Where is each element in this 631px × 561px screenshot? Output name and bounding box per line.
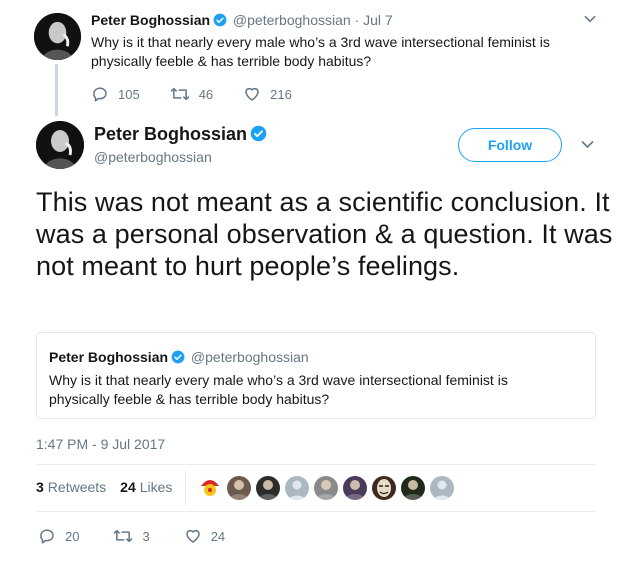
quoted-header: Peter Boghossian @peterboghossian	[49, 349, 309, 365]
likes-count: 24	[120, 479, 136, 495]
person-avatar[interactable]	[401, 476, 425, 500]
retweet-count: 3	[142, 528, 150, 544]
person-avatar[interactable]	[256, 476, 280, 500]
parent-reply-count: 105	[118, 86, 140, 102]
main-actions: 20 3 24	[38, 527, 259, 545]
parent-like-count: 216	[270, 86, 292, 102]
follow-button[interactable]: Follow	[458, 128, 562, 162]
retweet-button[interactable]: 3	[113, 527, 150, 545]
reply-count: 20	[65, 528, 80, 544]
reply-icon	[93, 87, 107, 102]
heart-icon	[185, 529, 200, 543]
divider	[36, 511, 596, 512]
quoted-author-name: Peter Boghossian	[49, 349, 169, 365]
parent-avatar[interactable]	[34, 13, 81, 60]
heart-icon	[245, 87, 259, 101]
verified-badge-icon	[250, 125, 267, 142]
person-avatar[interactable]	[314, 476, 338, 500]
like-button[interactable]: 24	[184, 527, 225, 545]
parent-header: Peter Boghossian @peterboghossian · Jul …	[91, 12, 393, 28]
tweet-timestamp[interactable]: 1:47 PM - 9 Jul 2017	[36, 436, 165, 452]
verified-badge-icon	[171, 350, 185, 364]
person-avatar[interactable]	[227, 476, 251, 500]
chevron-down-icon[interactable]	[580, 137, 595, 152]
main-author-handle[interactable]: @peterboghossian	[94, 149, 212, 165]
quoted-author-handle: @peterboghossian	[190, 349, 309, 365]
parent-separator: ·	[354, 12, 360, 28]
quoted-tweet-card[interactable]: Peter Boghossian @peterboghossian Why is…	[36, 332, 596, 419]
like-count: 24	[210, 528, 226, 544]
retweet-icon	[114, 529, 133, 543]
retweets-label: Retweets	[47, 479, 107, 495]
main-avatar[interactable]	[36, 121, 84, 169]
person-avatar[interactable]	[343, 476, 367, 500]
parent-like-button[interactable]: 216	[243, 85, 292, 103]
parent-author-handle[interactable]: @peterboghossian	[233, 12, 351, 28]
thread-line	[55, 64, 58, 116]
masked-avatar[interactable]	[372, 476, 396, 500]
retweets-count: 3	[36, 479, 44, 495]
parent-date[interactable]: Jul 7	[363, 12, 393, 28]
stats-divider	[185, 470, 186, 506]
likes-label: Likes	[139, 479, 173, 495]
retweet-icon	[170, 87, 189, 101]
chevron-down-icon[interactable]	[583, 12, 597, 26]
parent-retweet-button[interactable]: 46	[170, 85, 213, 103]
parent-actions: 105 46 216	[91, 85, 322, 103]
default-egg-avatar[interactable]	[285, 476, 309, 500]
reply-icon	[40, 529, 54, 544]
liker-avatars	[198, 476, 459, 500]
verified-badge-icon	[213, 13, 227, 27]
main-author-name-row: Peter Boghossian	[94, 124, 269, 145]
parent-reply-button[interactable]: 105	[91, 85, 140, 103]
tweet-stats: 3 Retweets 24 Likes	[36, 479, 172, 495]
parent-tweet-text: Why is it that nearly every male who’s a…	[91, 34, 550, 69]
retweets-stat[interactable]: 3 Retweets	[36, 479, 106, 495]
parent-retweet-count: 46	[198, 86, 214, 102]
likes-stat[interactable]: 24 Likes	[120, 479, 172, 495]
default-egg-avatar[interactable]	[430, 476, 454, 500]
main-tweet-text: This was not meant as a scientific concl…	[36, 187, 613, 281]
quoted-tweet-text: Why is it that nearly every male who’s a…	[49, 372, 508, 407]
parent-author-name[interactable]: Peter Boghossian	[91, 12, 210, 28]
clown-avatar[interactable]	[198, 476, 222, 500]
divider	[36, 464, 596, 465]
main-author-name[interactable]: Peter Boghossian	[94, 124, 247, 144]
reply-button[interactable]: 20	[38, 527, 79, 545]
